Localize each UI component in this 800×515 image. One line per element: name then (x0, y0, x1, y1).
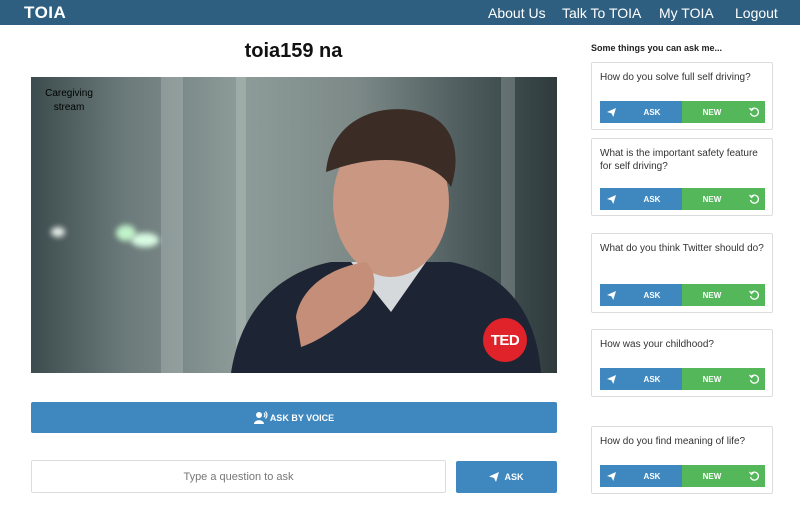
suggestion-actions: ASK NEW (600, 465, 765, 487)
suggestion-new-button[interactable]: NEW (682, 188, 742, 210)
ask-button-label: ASK (504, 472, 524, 482)
speaker-figure (231, 109, 541, 373)
suggestion-question: What do you think Twitter should do? (600, 243, 764, 254)
paper-plane-icon[interactable] (600, 368, 622, 390)
suggestion-question: How was your childhood? (600, 339, 714, 350)
suggestion-ask-button[interactable]: ASK (622, 188, 682, 210)
paper-plane-icon (489, 472, 500, 482)
suggestion-new-button[interactable]: NEW (682, 284, 742, 306)
video-player[interactable]: Caregiving stream TED (31, 77, 557, 373)
paper-plane-icon[interactable] (600, 284, 622, 306)
refresh-icon[interactable] (742, 101, 765, 123)
suggestion-ask-button[interactable]: ASK (622, 284, 682, 306)
suggestion-ask-button[interactable]: ASK (622, 465, 682, 487)
brand-logo[interactable]: TOIA (24, 3, 66, 23)
suggestion-new-button[interactable]: NEW (682, 368, 742, 390)
suggestion-question: How do you solve full self driving? (600, 72, 751, 83)
nav-link-my-toia[interactable]: My TOIA (659, 5, 714, 21)
suggestion-actions: ASK NEW (600, 101, 765, 123)
suggestions-heading: Some things you can ask me... (591, 43, 723, 53)
page-title: toia159 na (244, 40, 343, 62)
suggestion-card: What is the important safety feature for… (591, 138, 773, 216)
ask-by-voice-label: ASK BY VOICE (269, 412, 335, 423)
suggestion-new-button[interactable]: NEW (682, 465, 742, 487)
paper-plane-icon[interactable] (600, 101, 622, 123)
refresh-icon[interactable] (742, 368, 765, 390)
suggestion-actions: ASK NEW (600, 368, 765, 390)
refresh-icon[interactable] (742, 465, 765, 487)
ted-logo: TED (483, 318, 527, 362)
suggestion-card: How do you find meaning of life? ASK NEW (591, 426, 773, 494)
suggestion-actions: ASK NEW (600, 284, 765, 306)
paper-plane-icon[interactable] (600, 465, 622, 487)
suggestion-card: How was your childhood? ASK NEW (591, 329, 773, 397)
suggestion-new-button[interactable]: NEW (682, 101, 742, 123)
voice-icon (253, 411, 268, 424)
navbar: TOIA About Us Talk To TOIA My TOIA Logou… (0, 0, 800, 25)
suggestion-question: What is the important safety feature for… (600, 148, 758, 172)
suggestion-ask-button[interactable]: ASK (622, 101, 682, 123)
refresh-icon[interactable] (742, 188, 765, 210)
suggestion-card: How do you solve full self driving? ASK … (591, 62, 773, 130)
refresh-icon[interactable] (742, 284, 765, 306)
suggestion-card: What do you think Twitter should do? ASK… (591, 233, 773, 313)
nav-link-talk-to-toia[interactable]: Talk To TOIA (562, 5, 641, 21)
stream-label: Caregiving stream (45, 88, 93, 113)
suggestion-question: How do you find meaning of life? (600, 436, 746, 447)
suggestion-actions: ASK NEW (600, 188, 765, 210)
ask-button[interactable]: ASK (456, 461, 557, 493)
ask-by-voice-button[interactable]: ASK BY VOICE (31, 402, 557, 433)
paper-plane-icon[interactable] (600, 188, 622, 210)
nav-link-logout[interactable]: Logout (735, 5, 778, 21)
suggestion-ask-button[interactable]: ASK (622, 368, 682, 390)
question-input[interactable] (31, 460, 446, 493)
nav-link-about-us[interactable]: About Us (488, 5, 546, 21)
